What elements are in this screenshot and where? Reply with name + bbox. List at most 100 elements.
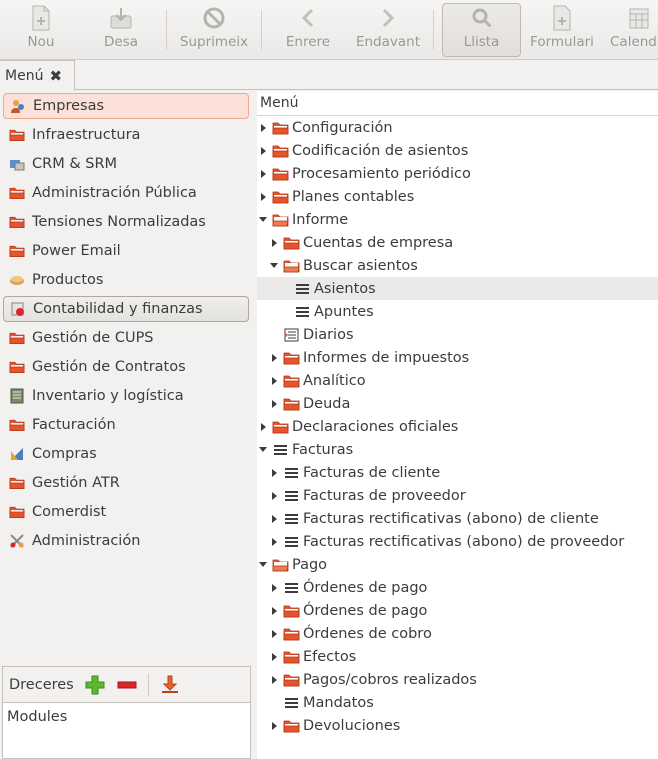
expander-collapsed-icon[interactable] <box>269 467 279 479</box>
module-item-label: Gestión de Contratos <box>32 359 186 375</box>
tree-row[interactable]: Mandatos <box>257 691 658 714</box>
forward-arrow-icon <box>375 4 401 32</box>
back-button[interactable]: Enrere <box>280 4 336 56</box>
module-item[interactable]: Contabilidad y finanzas <box>3 296 249 322</box>
expander-collapsed-icon[interactable] <box>269 651 279 663</box>
delete-button[interactable]: Suprimeix <box>177 4 251 56</box>
form-button[interactable]: Formulari <box>528 4 596 56</box>
tree-row[interactable]: Planes contables <box>257 185 658 208</box>
expander-collapsed-icon[interactable] <box>258 168 268 180</box>
module-item[interactable]: Empresas <box>3 93 249 119</box>
expander-expanded-icon[interactable] <box>258 444 268 456</box>
expander-collapsed-icon[interactable] <box>269 352 279 364</box>
module-item[interactable]: Infraestructura <box>3 122 249 148</box>
tree-row[interactable]: Efectos <box>257 645 658 668</box>
tree-row[interactable]: Facturas rectificativas (abono) de prove… <box>257 530 658 553</box>
forward-button[interactable]: Endavant <box>352 4 424 56</box>
tree-row[interactable]: Buscar asientos <box>257 254 658 277</box>
calendar-button[interactable]: Calend <box>610 4 658 56</box>
module-item-label: Administración Pública <box>32 185 197 201</box>
tree-row[interactable]: Órdenes de cobro <box>257 622 658 645</box>
tree-row-label: Diarios <box>303 326 354 343</box>
module-item[interactable]: Compras <box>3 441 249 467</box>
tree-row[interactable]: Órdenes de pago <box>257 599 658 622</box>
crm-icon <box>9 156 25 172</box>
expander-expanded-icon[interactable] <box>258 214 268 226</box>
module-item[interactable]: Inventario y logística <box>3 383 249 409</box>
expander-collapsed-icon[interactable] <box>269 398 279 410</box>
search-icon <box>469 4 495 32</box>
module-item-label: Power Email <box>32 243 121 259</box>
module-item[interactable]: Tensiones Normalizadas <box>3 209 249 235</box>
expander-collapsed-icon[interactable] <box>269 375 279 387</box>
tree-row[interactable]: Configuración <box>257 116 658 139</box>
module-item[interactable]: Gestión de CUPS <box>3 325 249 351</box>
expander-collapsed-icon[interactable] <box>269 605 279 617</box>
expander-collapsed-icon[interactable] <box>269 582 279 594</box>
tree-row[interactable]: Facturas rectificativas (abono) de clien… <box>257 507 658 530</box>
tree-row[interactable]: Declaraciones oficiales <box>257 415 658 438</box>
tree-row-label: Efectos <box>303 648 357 665</box>
module-item[interactable]: Administración Pública <box>3 180 249 206</box>
module-item[interactable]: Administración <box>3 528 249 554</box>
expander-expanded-icon[interactable] <box>258 559 268 571</box>
tree-row[interactable]: Procesamiento periódico <box>257 162 658 185</box>
expander-expanded-icon[interactable] <box>269 260 279 272</box>
tree-row[interactable]: Diarios <box>257 323 658 346</box>
expander-collapsed-icon[interactable] <box>258 122 268 134</box>
module-item[interactable]: Facturación <box>3 412 249 438</box>
list-icon <box>282 580 300 596</box>
module-item[interactable]: Productos <box>3 267 249 293</box>
module-item[interactable]: Gestión de Contratos <box>3 354 249 380</box>
tree-row[interactable]: Codificación de asientos <box>257 139 658 162</box>
tree-row[interactable]: Informes de impuestos <box>257 346 658 369</box>
tree-row[interactable]: Facturas <box>257 438 658 461</box>
tree-row[interactable]: Cuentas de empresa <box>257 231 658 254</box>
tree-row-label: Facturas rectificativas (abono) de clien… <box>303 510 599 527</box>
tree-row[interactable]: Facturas de cliente <box>257 461 658 484</box>
module-item[interactable]: Power Email <box>3 238 249 264</box>
tab-menu[interactable]: Menú ✖ <box>0 60 75 91</box>
folder-icon <box>9 475 25 491</box>
tree-row-label: Procesamiento periódico <box>292 165 471 182</box>
save-button[interactable]: Desa <box>98 4 144 56</box>
save-icon <box>108 4 134 32</box>
tree-row-label: Planes contables <box>292 188 415 205</box>
calendar-icon <box>626 4 652 32</box>
tree-row[interactable]: Informe <box>257 208 658 231</box>
expander-collapsed-icon[interactable] <box>269 674 279 686</box>
expander-collapsed-icon[interactable] <box>269 237 279 249</box>
new-button[interactable]: Nou <box>18 4 64 56</box>
products-icon <box>9 272 25 288</box>
list-button[interactable]: Llista <box>442 3 521 57</box>
folder-icon <box>282 672 300 688</box>
tree-row[interactable]: Pago <box>257 553 658 576</box>
module-item-label: Empresas <box>33 98 105 114</box>
tree-row[interactable]: Analítico <box>257 369 658 392</box>
goto-shortcut-button[interactable] <box>159 674 181 696</box>
expander-collapsed-icon[interactable] <box>269 628 279 640</box>
tree-row-label: Pago <box>292 556 328 573</box>
expander-collapsed-icon[interactable] <box>269 720 279 732</box>
tree-row[interactable]: Facturas de proveedor <box>257 484 658 507</box>
tree-row[interactable]: Pagos/cobros realizados <box>257 668 658 691</box>
module-item[interactable]: Gestión ATR <box>3 470 249 496</box>
tree-row[interactable]: Devoluciones <box>257 714 658 737</box>
add-shortcut-button[interactable] <box>84 674 106 696</box>
tree-column-header[interactable]: Menú <box>257 91 658 116</box>
expander-collapsed-icon[interactable] <box>269 536 279 548</box>
remove-shortcut-button[interactable] <box>116 674 138 696</box>
close-icon[interactable]: ✖ <box>49 67 62 85</box>
tree-row[interactable]: Deuda <box>257 392 658 415</box>
tree-row[interactable]: Apuntes <box>257 300 658 323</box>
expander-collapsed-icon[interactable] <box>258 421 268 433</box>
module-item[interactable]: Comerdist <box>3 499 249 525</box>
expander-collapsed-icon[interactable] <box>269 513 279 525</box>
module-item[interactable]: CRM & SRM <box>3 151 249 177</box>
expander-collapsed-icon[interactable] <box>258 191 268 203</box>
tree-row[interactable]: Asientos <box>257 277 658 300</box>
tree-row[interactable]: Órdenes de pago <box>257 576 658 599</box>
folder-icon <box>282 350 300 366</box>
expander-collapsed-icon[interactable] <box>258 145 268 157</box>
expander-collapsed-icon[interactable] <box>269 490 279 502</box>
